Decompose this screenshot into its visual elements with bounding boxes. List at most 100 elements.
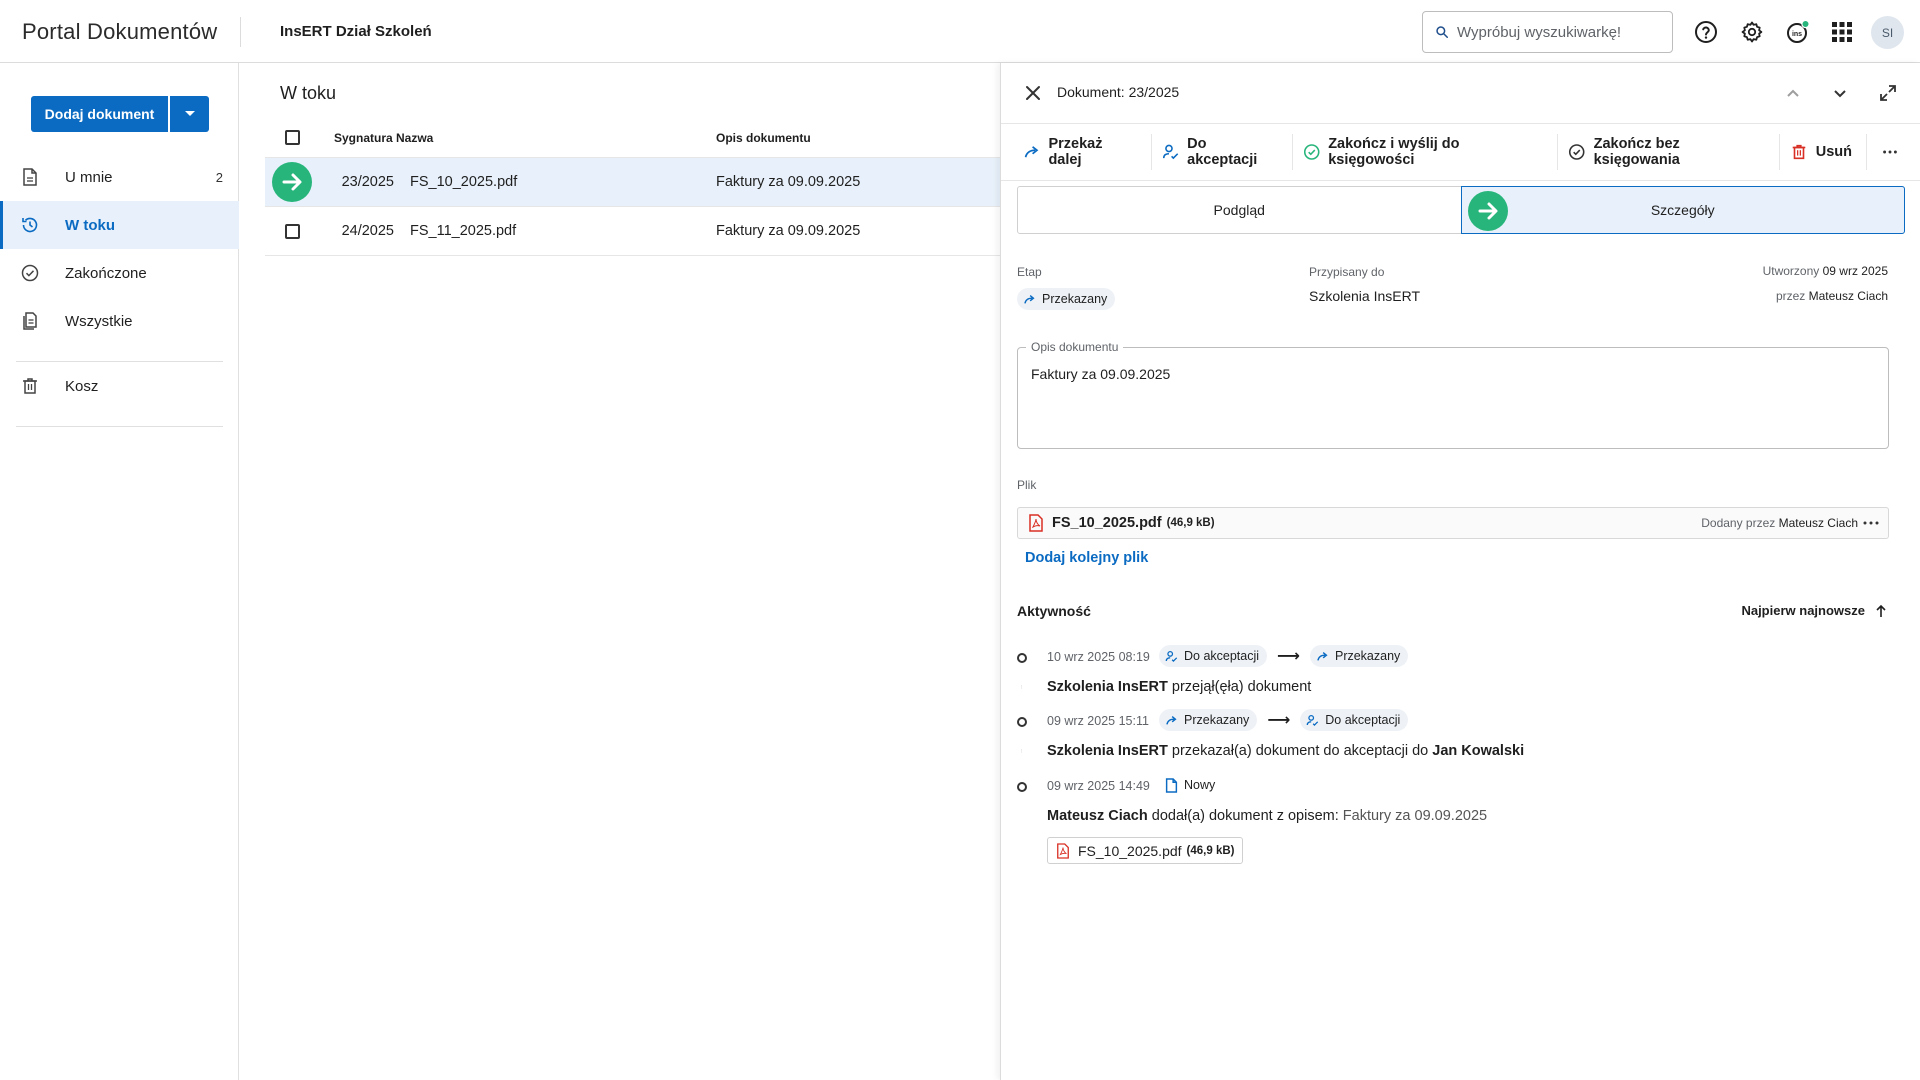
search-box[interactable]	[1422, 11, 1673, 53]
check-circle-icon	[1569, 144, 1585, 160]
documents-table: Sygnatura Nazwa Opis dokumentu 23/2025 F…	[265, 118, 1000, 256]
chevron-up-icon[interactable]	[1783, 83, 1803, 103]
sidebar-item-label: U mnie	[65, 168, 113, 186]
column-header-sygnatura[interactable]: Sygnatura	[319, 131, 394, 145]
settings-gear-icon[interactable]	[1739, 19, 1765, 45]
activity-file[interactable]: FS_10_2025.pdf (46,9 kB)	[1047, 837, 1244, 864]
sidebar-item-label: Zakończone	[65, 264, 147, 282]
documents-icon	[23, 312, 37, 330]
forward-arrow-icon	[1024, 294, 1035, 304]
document-blue-icon	[1165, 777, 1178, 793]
timeline-dot	[1017, 653, 1027, 663]
file-size: (46,9 kB)	[1166, 517, 1215, 529]
tab-details[interactable]: Szczegóły	[1460, 186, 1905, 234]
to-acceptance-button[interactable]: Do akceptacji	[1152, 134, 1293, 170]
top-bar: Portal Dokumentów InsERT Dział Szkoleń i…	[0, 0, 1920, 63]
stage-chip: Przekazany	[1017, 288, 1116, 310]
tab-preview[interactable]: Podgląd	[1018, 187, 1461, 233]
activity-status-change: Przekazany ⟶ Do akceptacji	[1159, 709, 1409, 731]
activity-status-change: Do akceptacji ⟶ Przekazany	[1159, 645, 1409, 667]
column-header-nazwa[interactable]: Nazwa	[394, 131, 716, 145]
timeline-dot	[1017, 717, 1027, 727]
document-icon	[23, 168, 37, 186]
file-row[interactable]: FS_10_2025.pdf (46,9 kB) Dodany przez Ma…	[1017, 507, 1889, 539]
add-document-button[interactable]: Dodaj dokument	[31, 96, 168, 132]
more-horizontal-icon[interactable]	[1862, 512, 1880, 534]
sidebar-item-kosz[interactable]: Kosz	[0, 362, 239, 410]
finish-without-posting-button[interactable]: Zakończ bez księgowania	[1558, 134, 1780, 170]
arrow-right-icon: ⟶	[1267, 712, 1291, 729]
check-circle-green-icon	[1303, 144, 1320, 160]
organization-name[interactable]: InsERT Dział Szkoleń	[280, 23, 432, 40]
more-horizontal-icon	[1883, 150, 1897, 154]
forward-button[interactable]: Przekaż dalej	[1013, 134, 1152, 170]
page-title: W toku	[280, 83, 337, 103]
activity-time: 10 wrz 2025 08:19	[1047, 650, 1150, 664]
activity-time: 09 wrz 2025 14:49	[1047, 779, 1150, 793]
forward-arrow-icon	[1317, 651, 1328, 661]
app-title[interactable]: Portal Dokumentów	[22, 19, 217, 45]
cell-signature: 23/2025	[341, 174, 394, 190]
help-icon[interactable]	[1693, 19, 1719, 45]
user-check-icon	[1162, 144, 1178, 160]
column-header-opis[interactable]: Opis dokumentu	[716, 131, 976, 145]
expand-icon[interactable]	[1878, 83, 1898, 103]
activity-sort-button[interactable]: Najpierw najnowsze	[1741, 603, 1887, 618]
pdf-file-icon	[1057, 842, 1069, 859]
activity-text: Mateusz Ciach dodał(a) dokument z opisem…	[1047, 808, 1488, 824]
sidebar-item-label: Wszystkie	[65, 312, 133, 330]
sidebar-item-label: Kosz	[65, 377, 99, 395]
file-label: Plik	[1017, 478, 1037, 492]
file-added-by: Dodany przez Mateusz Ciach	[1701, 516, 1858, 530]
cell-name: FS_10_2025.pdf	[410, 174, 518, 190]
close-icon[interactable]	[1023, 83, 1043, 103]
activity-title: Aktywność	[1017, 603, 1091, 619]
table-row[interactable]: 23/2025 FS_10_2025.pdf Faktury za 09.09.…	[265, 158, 1000, 207]
file-name[interactable]: FS_10_2025.pdf	[1052, 515, 1162, 531]
delete-button[interactable]: Usuń	[1780, 134, 1867, 170]
sidebar: Dodaj dokument U mnie 2 W toku Zakończon…	[0, 63, 239, 1080]
search-icon	[1436, 26, 1449, 39]
user-check-icon	[1306, 714, 1319, 726]
description-label: Opis dokumentu	[1026, 340, 1124, 354]
document-list-area: W toku Sygnatura Nazwa Opis dokumentu 23…	[240, 63, 1000, 1080]
sidebar-item-w-toku[interactable]: W toku	[0, 201, 239, 249]
cell-name: FS_11_2025.pdf	[410, 223, 517, 239]
select-all-checkbox[interactable]	[284, 130, 300, 145]
user-avatar[interactable]: SI	[1871, 16, 1904, 49]
add-another-file-link[interactable]: Dodaj kolejny plik	[1025, 550, 1148, 566]
clock-icon	[22, 217, 38, 233]
row-checkbox[interactable]	[284, 223, 300, 239]
more-actions-button[interactable]	[1867, 134, 1920, 170]
add-document-dropdown-button[interactable]	[170, 96, 209, 132]
description-value: Faktury za 09.09.2025	[1031, 366, 1171, 382]
description-field[interactable]: Opis dokumentu Faktury za 09.09.2025	[1017, 340, 1889, 449]
sidebar-item-wszystkie[interactable]: Wszystkie	[0, 297, 239, 345]
finish-and-send-button[interactable]: Zakończ i wyślij do księgowości	[1293, 134, 1559, 170]
apps-grid-icon[interactable]	[1829, 19, 1855, 45]
activity-status-change: Nowy	[1159, 774, 1224, 796]
insert-status-icon[interactable]: ins	[1785, 19, 1811, 45]
forward-arrow-icon	[1024, 146, 1039, 158]
caret-down-icon	[184, 111, 195, 116]
timeline-arrow	[1021, 749, 1022, 753]
trash-red-icon	[1792, 144, 1806, 160]
assigned-value: Szkolenia InsERT	[1309, 288, 1421, 304]
check-circle-icon	[21, 264, 39, 282]
sidebar-item-u-mnie[interactable]: U mnie 2	[0, 153, 239, 201]
chevron-down-icon[interactable]	[1830, 83, 1850, 103]
document-detail-panel: Dokument: 23/2025 Przekaż dalej Do akcep…	[1000, 63, 1920, 1080]
search-input[interactable]	[1457, 23, 1657, 41]
sidebar-item-zakonczone[interactable]: Zakończone	[0, 249, 239, 297]
table-header: Sygnatura Nazwa Opis dokumentu	[265, 118, 1000, 158]
header-divider	[240, 17, 241, 47]
activity-text: Szkolenia InsERT przekazał(a) dokument d…	[1047, 743, 1525, 759]
table-row[interactable]: 24/2025 FS_11_2025.pdf Faktury za 09.09.…	[265, 207, 1000, 256]
arrow-right-icon	[1467, 191, 1508, 231]
created-by-info: przez Mateusz Ciach	[1775, 289, 1888, 303]
created-info: Utworzony 09 wrz 2025	[1762, 264, 1888, 278]
sidebar-divider	[16, 426, 223, 427]
sidebar-item-count: 2	[215, 169, 223, 185]
panel-toolbar: Przekaż dalej Do akceptacji Zakończ i wy…	[1001, 123, 1920, 181]
panel-title: Dokument: 23/2025	[1057, 84, 1180, 100]
